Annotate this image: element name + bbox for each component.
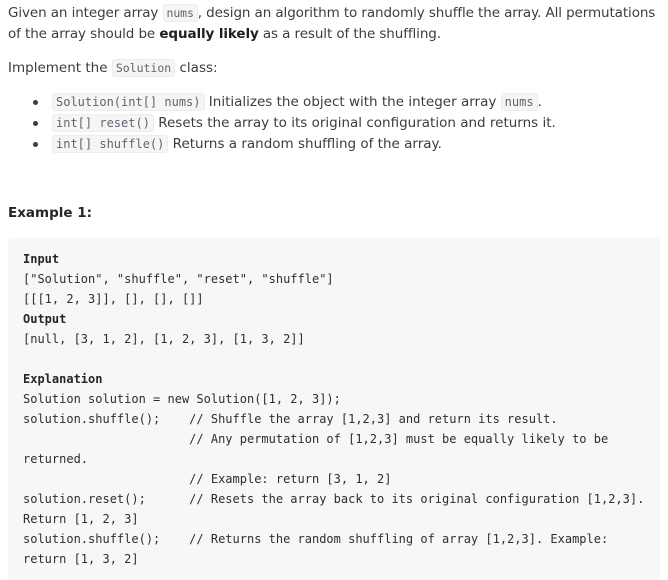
method-item-shuffle: int[] shuffle() Returns a random shuffli… <box>30 134 556 155</box>
implement-paragraph: Implement the Solution class: <box>8 58 218 79</box>
intro-bold: equally likely <box>159 26 259 42</box>
impl-suffix: class: <box>175 60 218 76</box>
output-line: [null, [3, 1, 2], [1, 2, 3], [1, 3, 2]] <box>23 332 305 346</box>
method-list: Solution(int[] nums) Initializes the obj… <box>30 92 556 155</box>
explanation-line: Solution solution = new Solution([1, 2, … <box>23 392 341 406</box>
method-signature: int[] reset() <box>52 114 154 132</box>
bullet-icon <box>33 142 38 147</box>
example-title: Example 1: <box>8 205 93 221</box>
input-label: Input <box>23 252 60 266</box>
method-signature: Solution(int[] nums) <box>52 93 205 111</box>
explanation-line: solution.shuffle(); // Returns the rando… <box>23 532 609 546</box>
explanation-line: // Any permutation of [1,2,3] must be eq… <box>23 432 609 446</box>
method-item-reset: int[] reset() Resets the array to its or… <box>30 113 556 134</box>
method-description: Resets the array to its original configu… <box>153 115 556 131</box>
method-description: Returns a random shuffling of the array. <box>168 136 442 152</box>
explanation-line: Return [1, 2, 3] <box>23 512 139 526</box>
explanation-line: solution.reset(); // Resets the array ba… <box>23 492 645 506</box>
explanation-label: Explanation <box>23 372 103 386</box>
example-code: Input ["Solution", "shuffle", "reset", "… <box>23 249 644 569</box>
method-description-end: . <box>537 94 542 110</box>
method-item-constructor: Solution(int[] nums) Initializes the obj… <box>30 92 556 113</box>
input-line: ["Solution", "shuffle", "reset", "shuffl… <box>23 272 334 286</box>
output-label: Output <box>23 312 67 326</box>
explanation-line: // Example: return [3, 1, 2] <box>23 472 392 486</box>
method-description: Initializes the object with the integer … <box>204 94 501 110</box>
method-signature: int[] shuffle() <box>52 135 169 153</box>
bullet-icon <box>33 100 38 105</box>
input-line: [[[1, 2, 3]], [], [], []] <box>23 292 204 306</box>
bullet-icon <box>33 121 38 126</box>
intro-text-1: Given an integer array <box>8 5 163 21</box>
nums-code: nums <box>500 93 538 111</box>
intro-text-3: as a result of the shuffling. <box>258 26 441 42</box>
problem-description: Given an integer array nums, design an a… <box>0 0 668 580</box>
explanation-line: returned. <box>23 452 89 466</box>
example-block: Input ["Solution", "shuffle", "reset", "… <box>8 238 660 580</box>
nums-code: nums <box>162 4 198 22</box>
explanation-line: return [1, 3, 2] <box>23 552 139 566</box>
impl-prefix: Implement the <box>8 60 112 76</box>
explanation-line: solution.shuffle(); // Shuffle the array… <box>23 412 558 426</box>
solution-class-code: Solution <box>111 59 176 77</box>
intro-paragraph: Given an integer array nums, design an a… <box>8 3 666 45</box>
